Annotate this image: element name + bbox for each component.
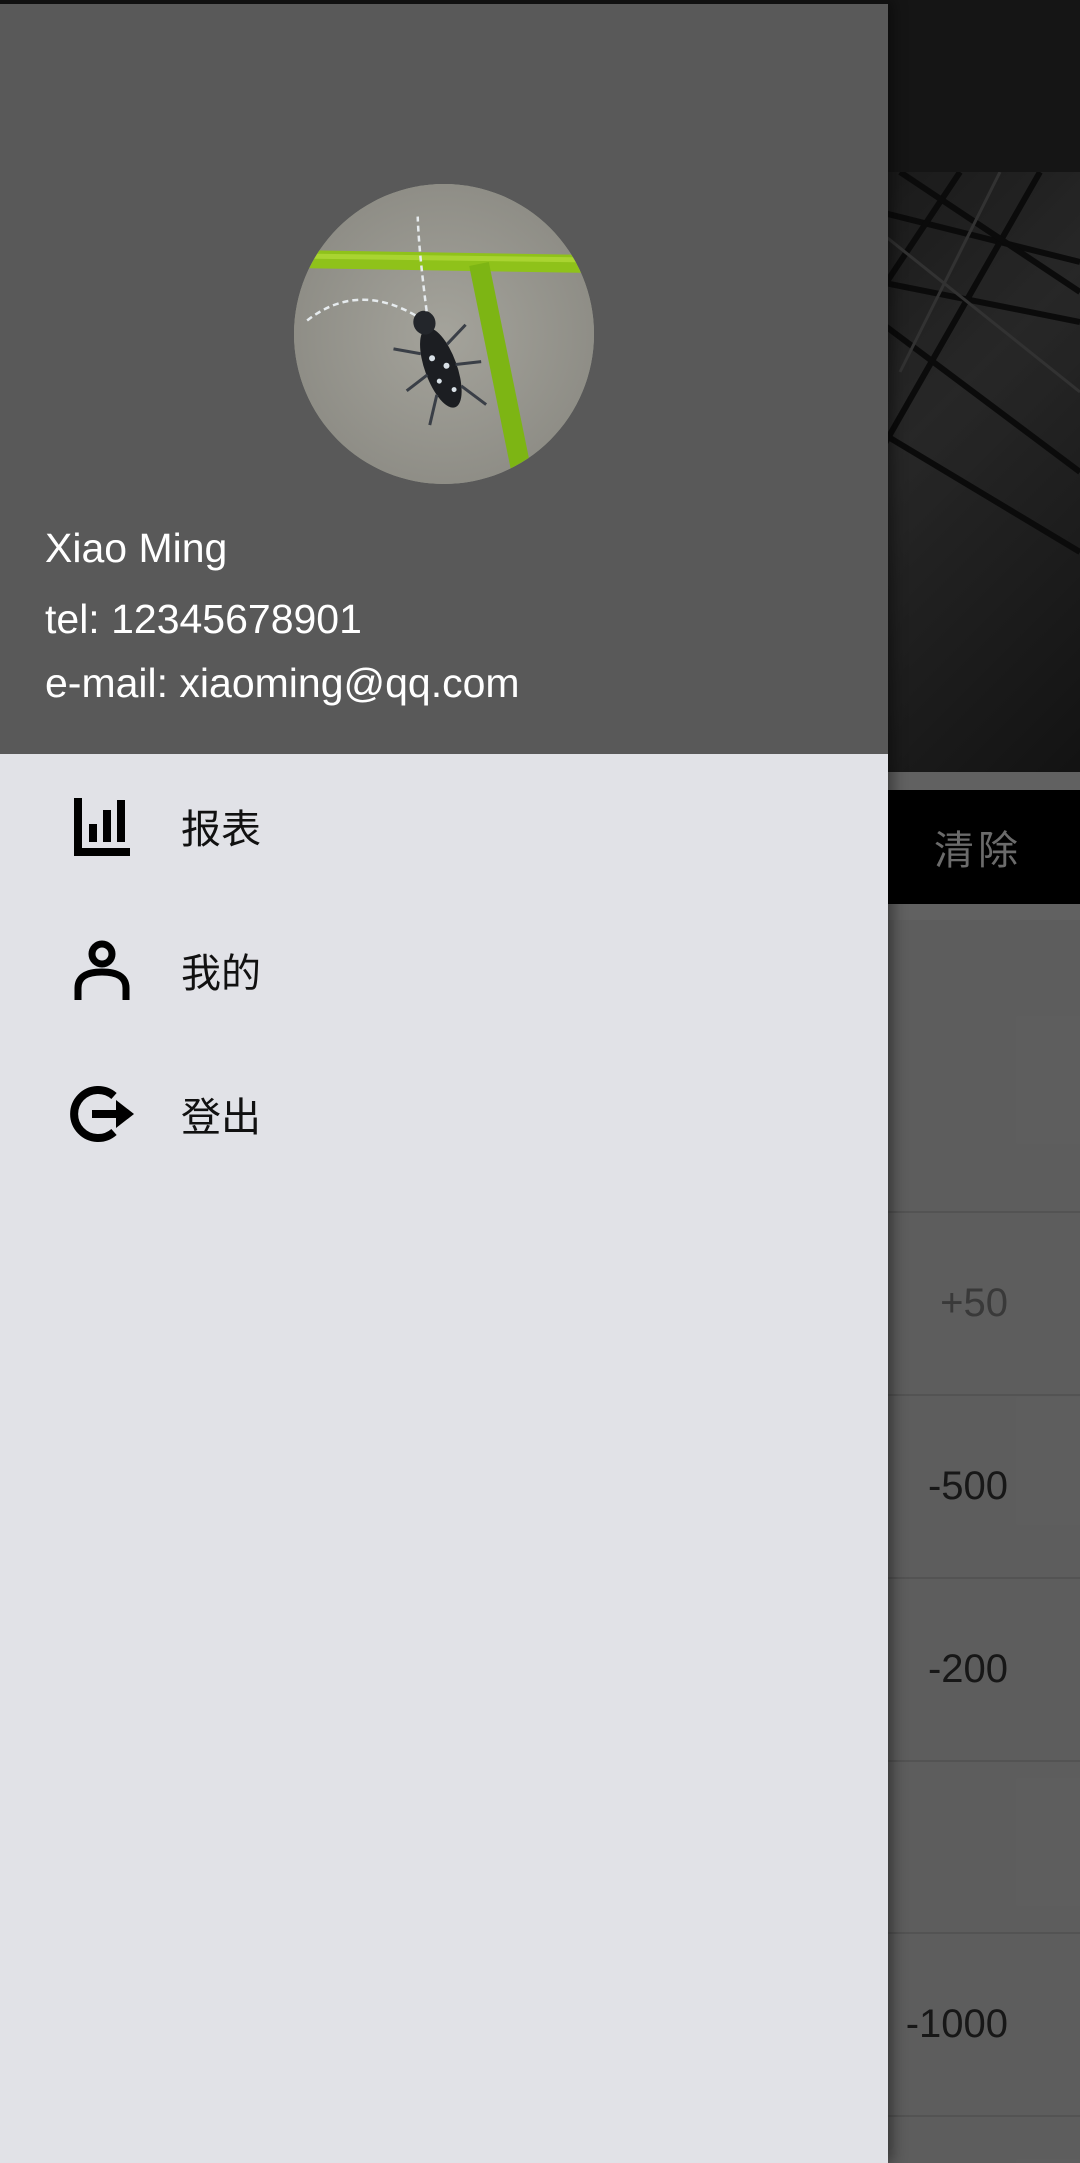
menu-item-label: 登出	[181, 1095, 261, 1141]
user-email: e-mail: xiaoming@qq.com	[45, 660, 520, 706]
navigation-drawer: Xiao Ming tel: 12345678901 e-mail: xiaom…	[0, 0, 888, 2163]
avatar[interactable]	[294, 184, 594, 484]
menu-item-label: 我的	[181, 951, 261, 997]
menu-item-label: 报表	[181, 807, 261, 853]
user-name: Xiao Ming	[45, 525, 228, 571]
person-icon	[74, 940, 130, 1000]
menu-item-logout[interactable]: 登出	[0, 1042, 888, 1186]
menu-item-mine[interactable]: 我的	[0, 898, 888, 1042]
user-tel: tel: 12345678901	[45, 596, 362, 642]
logout-icon	[70, 1086, 134, 1142]
bar-chart-icon	[74, 798, 130, 856]
menu-item-report[interactable]: 报表	[0, 754, 888, 898]
drawer-header: Xiao Ming tel: 12345678901 e-mail: xiaom…	[0, 0, 888, 754]
